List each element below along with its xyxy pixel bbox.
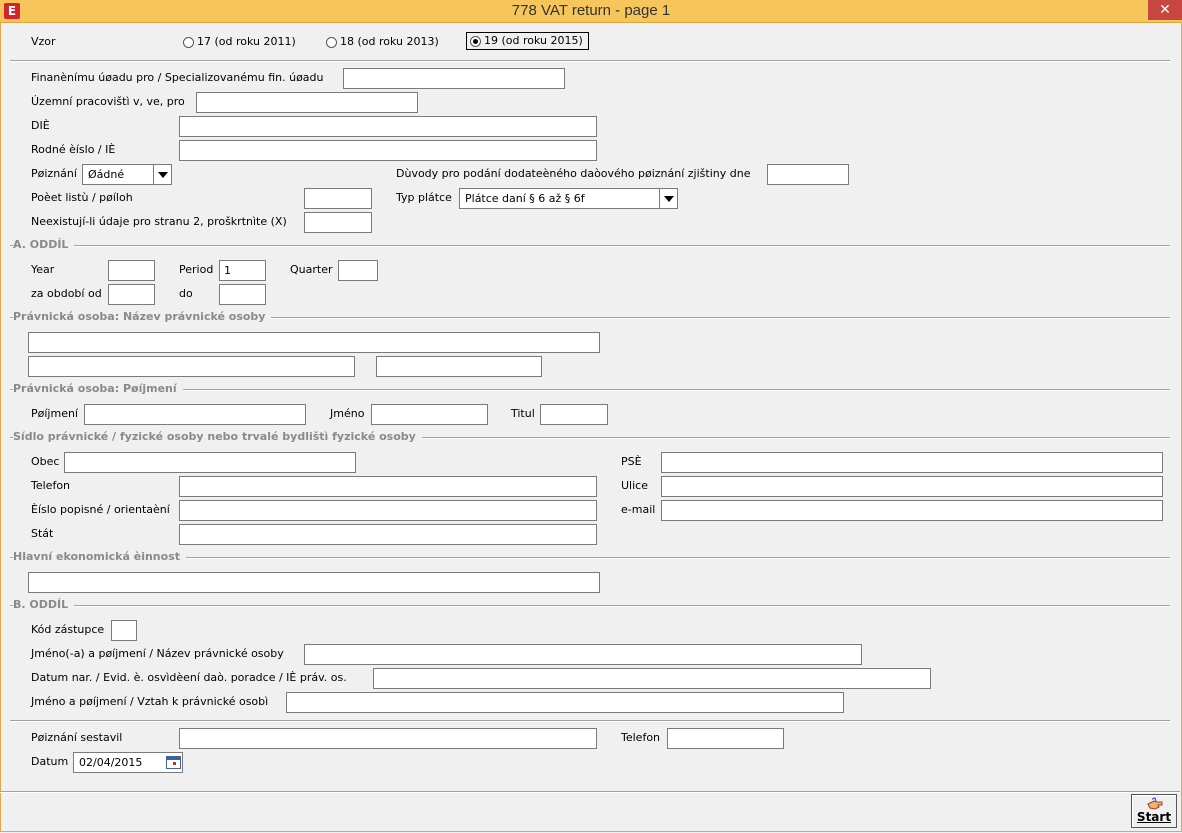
fu-label: Finanènímu úøadu pro / Specializovanému … xyxy=(31,71,324,84)
obdobi-od-label: za období od xyxy=(31,287,102,300)
jmeno-label: Jméno xyxy=(330,407,365,420)
zastupce-datum-input[interactable] xyxy=(373,668,931,689)
cislo-popisne-input[interactable] xyxy=(179,500,597,521)
period-label: Period xyxy=(179,263,214,276)
quarter-input[interactable] xyxy=(338,260,378,281)
year-label: Year xyxy=(31,263,55,276)
vzor-radio-18[interactable]: 18 (od roku 2013) xyxy=(326,35,439,49)
cislo-popisne-label: Èíslo popisné / orientaèní xyxy=(31,503,170,516)
neexistuji-input[interactable] xyxy=(304,212,372,233)
window-title: 778 VAT return - page 1 xyxy=(511,2,671,19)
dic-input[interactable] xyxy=(179,116,597,137)
section-title-prijmeni: Právnická osoba: Pøíjmení xyxy=(13,382,183,396)
section-title-oddil-b: B. ODDÍL xyxy=(13,598,75,612)
vzor-radio-19[interactable]: 19 (od roku 2015) xyxy=(466,32,589,50)
ulice-input[interactable] xyxy=(661,476,1163,497)
chevron-down-icon[interactable] xyxy=(659,189,677,208)
separator xyxy=(0,791,1180,793)
prijmeni-input[interactable] xyxy=(84,404,306,425)
separator xyxy=(10,389,1170,391)
stat-label: Stát xyxy=(31,527,54,540)
zastupce-vztah-label: Jméno a pøíjmení / Vztah k právnické oso… xyxy=(31,695,269,708)
close-button[interactable]: ✕ xyxy=(1148,0,1182,20)
footer-telefon-input[interactable] xyxy=(667,728,784,749)
telefon-label: Telefon xyxy=(31,479,71,492)
sestavil-input[interactable] xyxy=(179,728,597,749)
nazev-line3-input[interactable] xyxy=(376,356,542,377)
datum-value: 02/04/2015 xyxy=(79,756,143,769)
pocet-label: Poèet listù / pøíloh xyxy=(31,191,133,204)
email-label: e-mail xyxy=(621,503,656,516)
separator xyxy=(10,720,1170,722)
dic-label: DIÈ xyxy=(31,119,50,132)
quarter-label: Quarter xyxy=(290,263,333,276)
typ-platce-label: Typ plátce xyxy=(396,191,452,204)
zastupce-jmeno-input[interactable] xyxy=(304,644,862,665)
radio-icon xyxy=(183,36,194,48)
zastupce-datum-label: Datum nar. / Evid. è. osvìdèení daò. por… xyxy=(31,671,347,684)
footer-telefon-label: Telefon xyxy=(621,731,661,744)
obdobi-od-input[interactable] xyxy=(108,284,155,305)
titul-label: Titul xyxy=(511,407,535,420)
priznani-label: Pøiznání xyxy=(31,167,77,180)
nazev-line2-input[interactable] xyxy=(28,356,355,377)
uzemni-input[interactable] xyxy=(196,92,418,113)
psc-label: PSÈ xyxy=(621,455,642,468)
titul-input[interactable] xyxy=(540,404,608,425)
separator xyxy=(10,245,1170,247)
neexistuji-label: Neexistují-li údaje pro stranu 2, proškr… xyxy=(31,215,287,228)
calendar-icon[interactable] xyxy=(166,756,181,769)
jmeno-input[interactable] xyxy=(371,404,488,425)
rc-input[interactable] xyxy=(179,140,597,161)
priznani-select[interactable]: Øádné xyxy=(82,164,172,185)
section-title-oddil-a: A. ODDÍL xyxy=(13,238,75,252)
section-title-nazev: Právnická osoba: Název právnické osoby xyxy=(13,310,272,324)
email-input[interactable] xyxy=(661,500,1163,521)
prijmeni-label: Pøíjmení xyxy=(31,407,78,420)
duvody-label: Dùvody pro podání dodateèného daòového p… xyxy=(396,167,751,180)
obdobi-do-label: do xyxy=(179,287,193,300)
obec-label: Obec xyxy=(31,455,60,468)
kod-zastupce-input[interactable] xyxy=(111,620,137,641)
nazev-line1-input[interactable] xyxy=(28,332,600,353)
kod-zastupce-label: Kód zástupce xyxy=(31,623,105,636)
start-button[interactable]: Start xyxy=(1131,794,1177,828)
hand-pointer-icon xyxy=(1147,797,1163,810)
vzor-label: Vzor xyxy=(31,35,56,48)
zastupce-jmeno-label: Jméno(-a) a pøíjmení / Název právnické o… xyxy=(31,647,284,660)
start-button-label: Start xyxy=(1136,810,1172,824)
vzor-radio-17[interactable]: 17 (od roku 2011) xyxy=(183,35,296,49)
psc-input[interactable] xyxy=(661,452,1163,473)
ulice-label: Ulice xyxy=(621,479,648,492)
duvody-input[interactable] xyxy=(767,164,849,185)
separator xyxy=(10,60,1170,62)
typ-platce-select[interactable]: Plátce daní § 6 až § 6f xyxy=(459,188,678,209)
sestavil-label: Pøiznání sestavil xyxy=(31,731,123,744)
priznani-value: Øádné xyxy=(88,168,125,181)
obec-input[interactable] xyxy=(64,452,356,473)
year-input[interactable] xyxy=(108,260,155,281)
section-title-sidlo: Sídlo právnické / fyzické osoby nebo trv… xyxy=(13,430,422,444)
radio-selected-icon xyxy=(470,35,481,47)
pocet-input[interactable] xyxy=(304,188,372,209)
chevron-down-icon[interactable] xyxy=(153,165,171,184)
typ-platce-value: Plátce daní § 6 až § 6f xyxy=(465,192,585,205)
radio-icon xyxy=(326,36,337,48)
rc-label: Rodné èíslo / IÈ xyxy=(31,143,116,156)
telefon-input[interactable] xyxy=(179,476,597,497)
section-title-ekonomicka: Hlavní ekonomická èinnost xyxy=(13,550,187,564)
period-input[interactable]: 1 xyxy=(219,260,266,281)
fu-input[interactable] xyxy=(343,68,565,89)
zastupce-vztah-input[interactable] xyxy=(286,692,844,713)
ekonomicka-input[interactable] xyxy=(28,572,600,593)
datum-label: Datum xyxy=(31,755,69,768)
uzemni-label: Územní pracovištì v, ve, pro xyxy=(31,95,185,108)
stat-input[interactable] xyxy=(179,524,597,545)
obdobi-do-input[interactable] xyxy=(219,284,266,305)
separator xyxy=(10,605,1170,607)
